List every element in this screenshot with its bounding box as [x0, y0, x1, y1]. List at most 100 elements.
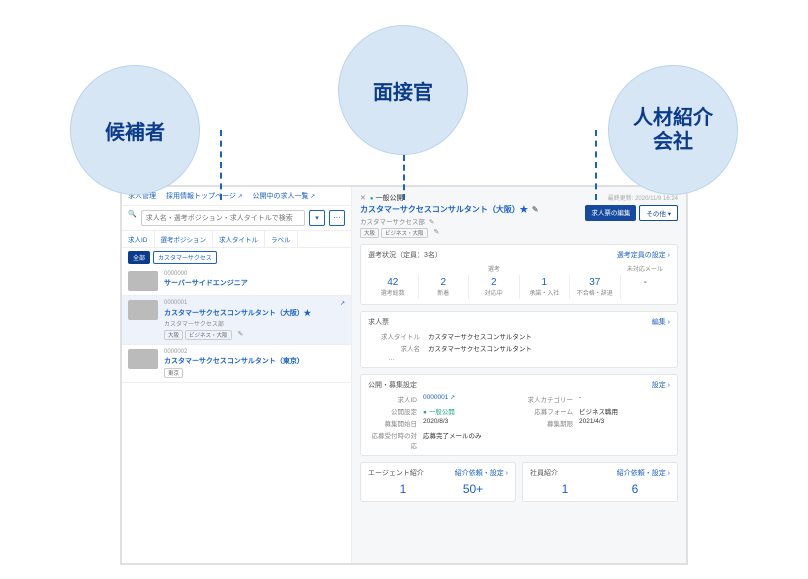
card-title: 公開・募集設定	[368, 380, 417, 390]
card-title: 社員紹介	[530, 468, 558, 478]
detail-header: ✕ ● 一般公開 カスタマーサクセスコンサルタント（大阪）★✎ カスタマーサクセス…	[360, 193, 678, 238]
filter-button[interactable]: ▾	[309, 210, 325, 226]
left-panel: 求人管理 採用情報トップページ 公開中の求人一覧 🔍 ▾ ⋯ 求人ID 選考ポジ…	[122, 187, 352, 563]
job-tag: ビジネス・大阪	[185, 330, 232, 340]
field-label: 求人ID	[368, 394, 423, 404]
selection-stats: 42選考総数 2新着 2対応中 1承諾・入社 37不合格・辞退 -	[368, 275, 670, 299]
tab-position[interactable]: 選考ポジション	[155, 231, 214, 247]
field-value: -	[579, 394, 581, 404]
publish-settings-card: 公開・募集設定 設定 › 求人ID0000001 求人カテゴリー- 公開設定● …	[360, 374, 678, 456]
field-label: 求人カテゴリー	[524, 394, 579, 404]
detail-title: カスタマーサクセスコンサルタント（大阪）★✎	[360, 204, 585, 215]
agent-referral-card: エージェント紹介 紹介依頼・設定 › 1 50+	[360, 462, 516, 502]
bubble-candidate: 候補者	[70, 65, 200, 195]
job-id: 0000000	[164, 271, 187, 277]
card-title: 選考状況（定員：3名）	[368, 250, 442, 260]
emp-count-1[interactable]: 1	[530, 482, 600, 496]
employee-referral-card: 社員紹介 紹介依頼・設定 › 1 6	[522, 462, 678, 502]
stat-rejected[interactable]: 37不合格・辞退	[570, 275, 621, 299]
job-id: 0000001	[164, 300, 187, 307]
list-header-tabs: 求人ID 選考ポジション 求人タイトル ラベル	[122, 231, 351, 248]
tab-label[interactable]: ラベル	[265, 231, 298, 247]
field-value-jobid[interactable]: 0000001	[423, 394, 455, 404]
filter-chips: 全部 カスタマーサクセス	[122, 248, 351, 267]
job-sub: カスタマーサクセス部	[164, 319, 345, 328]
close-icon[interactable]: ✕	[360, 195, 366, 202]
emp-count-2[interactable]: 6	[600, 482, 670, 496]
chip-cs[interactable]: カスタマーサクセス	[153, 251, 217, 264]
tab-title[interactable]: 求人タイトル	[213, 231, 265, 247]
detail-sub: カスタマーサクセス部✎	[360, 216, 585, 226]
job-title: サーバーサイドエンジニア	[164, 278, 345, 288]
open-icon[interactable]: ↗	[340, 300, 345, 307]
field-value: 2021/4/3	[579, 418, 604, 428]
stat-accepted[interactable]: 1承諾・入社	[520, 275, 571, 299]
chip-all[interactable]: 全部	[128, 251, 150, 264]
app-window: 求人管理 採用情報トップページ 公開中の求人一覧 🔍 ▾ ⋯ 求人ID 選考ポジ…	[122, 187, 686, 563]
job-thumbnail	[128, 271, 158, 291]
search-input[interactable]	[141, 210, 305, 226]
bubble-agency: 人材紹介 会社	[608, 65, 738, 195]
field-label: 求人名	[368, 343, 428, 353]
field-label: 応募受付時の対応	[368, 430, 423, 450]
quota-settings-link[interactable]: 選考定員の設定 ›	[617, 250, 670, 260]
stat-mail[interactable]: -	[621, 275, 671, 299]
edit-posting-button[interactable]: 求人票の編集	[585, 205, 636, 221]
job-title: カスタマーサクセスコンサルタント（大阪）★	[164, 308, 345, 318]
search-icon: 🔍	[128, 210, 137, 226]
field-value: ビジネス職用	[579, 406, 618, 416]
referral-cards: エージェント紹介 紹介依頼・設定 › 1 50+ 社員紹介 紹介依頼・設定 › …	[360, 462, 678, 508]
other-actions-button[interactable]: その他 ▾	[639, 205, 678, 221]
detail-panel: ✕ ● 一般公開 カスタマーサクセスコンサルタント（大阪）★✎ カスタマーサクセス…	[352, 187, 686, 563]
job-thumbnail	[128, 349, 158, 369]
job-item-active[interactable]: 0000001 ↗ カスタマーサクセスコンサルタント（大阪）★ カスタマーサクセス…	[122, 296, 351, 345]
field-label: 応募フォーム	[524, 406, 579, 416]
tab-job-id[interactable]: 求人ID	[122, 231, 155, 247]
referral-settings-link[interactable]: 紹介依頼・設定 ›	[455, 468, 508, 478]
field-label: 募集開始日	[368, 418, 423, 428]
field-value: 応募完了メールのみ	[423, 430, 482, 450]
job-id: 0000002	[164, 349, 187, 355]
laptop-screen: 求人管理 採用情報トップページ 公開中の求人一覧 🔍 ▾ ⋯ 求人ID 選考ポジ…	[120, 185, 688, 565]
connector-line	[403, 155, 405, 200]
expand-more[interactable]: …	[368, 355, 670, 362]
col-review: 選考	[418, 264, 569, 273]
connector-line	[220, 130, 222, 200]
stat-progress[interactable]: 2対応中	[469, 275, 520, 299]
bubble-interviewer: 面接官	[338, 25, 468, 155]
edit-icon[interactable]: ✎	[532, 205, 539, 214]
selection-status-card: 選考状況（定員：3名） 選考定員の設定 › 選考 未対応メール 42選考総数 2…	[360, 244, 678, 305]
nav-recruit-top[interactable]: 採用情報トップページ	[166, 193, 243, 200]
field-value: 2020/8/3	[423, 418, 448, 428]
job-thumbnail	[128, 300, 158, 320]
connector-line	[595, 130, 597, 200]
settings-link[interactable]: 設定 ›	[652, 380, 670, 390]
job-item[interactable]: 0000002 カスタマーサクセスコンサルタント（東京） 東京	[122, 345, 351, 383]
job-tag: 東京	[164, 368, 183, 378]
field-label: 募集期限	[524, 418, 579, 428]
job-title: カスタマーサクセスコンサルタント（東京）	[164, 356, 345, 366]
job-tag: 大阪	[164, 330, 183, 340]
field-label: 公開設定	[368, 406, 423, 416]
card-title: 求人票	[368, 317, 389, 327]
edit-icon[interactable]: ✎	[429, 219, 434, 226]
detail-tag: 大阪	[360, 228, 379, 238]
stat-new[interactable]: 2新着	[419, 275, 470, 299]
referral-settings-link[interactable]: 紹介依頼・設定 ›	[617, 468, 670, 478]
col-mail: 未対応メール	[620, 264, 670, 273]
field-value: カスタマーサクセスコンサルタント	[428, 331, 532, 341]
sort-button[interactable]: ⋯	[329, 210, 345, 226]
field-value: カスタマーサクセスコンサルタント	[428, 343, 532, 353]
card-title: エージェント紹介	[368, 468, 424, 478]
agent-count-1[interactable]: 1	[368, 482, 438, 496]
edit-icon[interactable]: ✎	[434, 228, 440, 238]
agent-count-2[interactable]: 50+	[438, 482, 508, 496]
edit-link[interactable]: 編集 ›	[652, 317, 670, 327]
job-posting-card: 求人票 編集 › 求人タイトルカスタマーサクセスコンサルタント 求人名カスタマー…	[360, 311, 678, 368]
stat-total[interactable]: 42選考総数	[368, 275, 419, 299]
nav-open-jobs[interactable]: 公開中の求人一覧	[252, 193, 315, 200]
job-item[interactable]: 0000000 サーバーサイドエンジニア	[122, 267, 351, 296]
edit-icon[interactable]: ✎	[238, 330, 244, 340]
publish-status: 一般公開	[375, 195, 403, 202]
status-indicator: ●	[370, 196, 374, 202]
